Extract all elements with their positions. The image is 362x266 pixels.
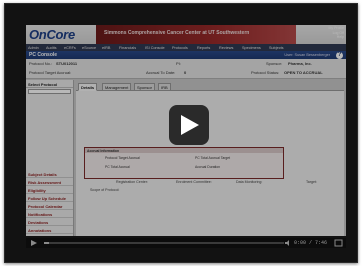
play-icon <box>181 115 199 135</box>
sidebar-item-subject-details[interactable]: Subject Details <box>26 170 73 178</box>
user-box: My Profile Log Off Help <box>298 26 344 43</box>
sidebar: Select Protocol Subject Details Risk Ass… <box>26 80 74 236</box>
summary-cell: Accrual Duration <box>195 165 221 169</box>
progress-fill <box>44 242 49 244</box>
sidebar-item-protocol-calendar[interactable]: Protocol Calendar <box>26 202 73 210</box>
app-header: OnCore Simmons Comprehensive Cancer Cent… <box>26 25 346 44</box>
nav-item-eirb[interactable]: eIRB <box>102 46 110 50</box>
tab-management[interactable]: Management <box>102 83 132 91</box>
detail-label: Target: <box>306 180 317 184</box>
target-accrual-label: Protocol Target Accrual: <box>29 70 72 75</box>
tab-details[interactable]: Details <box>78 83 98 91</box>
nav-item-protocols[interactable]: Protocols <box>172 46 188 50</box>
detail-label: Enrolment Committee: <box>176 180 212 184</box>
summary-cell: PC Total Accrual Target <box>195 156 231 160</box>
play-button[interactable] <box>169 105 209 145</box>
video-player-frame: OnCore Simmons Comprehensive Cancer Cent… <box>4 3 358 263</box>
sidebar-item-eligibility[interactable]: Eligibility <box>26 186 73 194</box>
nav-item-subjects[interactable]: Subjects <box>269 46 284 50</box>
accrual-to-date-label: Accrual To Date: <box>146 70 176 75</box>
nav-item-ecrfs[interactable]: eCRFs <box>64 46 76 50</box>
console-user: User: Susan Bessenberger <box>284 53 330 57</box>
detail-label: Data Monitoring: <box>236 180 263 184</box>
nav-item-admin[interactable]: Admin <box>28 46 39 50</box>
nav-item-reviews[interactable]: Reviews <box>219 46 233 50</box>
pi-label: PI: <box>176 61 181 66</box>
fullscreen-icon[interactable] <box>334 239 343 247</box>
protocol-select[interactable] <box>28 89 71 94</box>
summary-cell: Protocol Target Accrual <box>105 156 140 160</box>
accrual-summary-title: Accrual Information <box>87 148 120 153</box>
sidebar-item-risk-assessment[interactable]: Risk Assessment <box>26 178 73 186</box>
sidebar-item-notifications[interactable]: Notifications <box>26 210 73 218</box>
volume-icon[interactable] <box>284 239 292 247</box>
protocol-no-value: STU012011 <box>56 61 78 66</box>
help-icon[interactable]: ? <box>336 51 343 59</box>
nav-item-audits[interactable]: Audits <box>46 46 57 50</box>
help-link[interactable]: Help <box>298 35 344 40</box>
detail-label: Scope of Protocol: <box>90 188 120 192</box>
sidebar-item-annotations[interactable]: Annotations <box>26 226 73 234</box>
banner-text: Simmons Comprehensive Cancer Center at U… <box>104 30 250 36</box>
time-display: 0:00 / 7:46 <box>294 240 328 246</box>
tab-sponsor[interactable]: Sponsor <box>134 83 155 91</box>
oncore-logo: OnCore <box>29 27 75 42</box>
accrual-to-date-value: 0 <box>184 70 187 75</box>
sidebar-item-follow-up-schedule[interactable]: Follow Up Schedule <box>26 194 73 202</box>
nav-item-esource[interactable]: eSource <box>82 46 96 50</box>
summary-cell: PC Total Accrual <box>105 165 130 169</box>
accrual-summary: Accrual Information Protocol Target Accr… <box>84 147 284 179</box>
sponsor-label: Sponsor: <box>266 61 283 66</box>
nav-item-isi-console[interactable]: ISI Console <box>145 46 165 50</box>
protocol-info: Protocol No.: STU012011 PI: Sponsor: Pha… <box>26 59 346 79</box>
protocol-no-label: Protocol No.: <box>29 61 53 66</box>
console-title: PC Console <box>29 52 58 58</box>
small-play-icon[interactable] <box>30 239 38 247</box>
sidebar-heading: Select Protocol <box>26 80 73 88</box>
protocol-status-label: Protocol Status: <box>251 70 280 75</box>
protocol-status-value: OPEN TO ACCRUAL <box>284 70 323 75</box>
player-controls: 0:00 / 7:46 <box>26 238 346 248</box>
sponsor-value: Pharma, Inc. <box>288 61 312 66</box>
nav-item-reports[interactable]: Reports <box>197 46 210 50</box>
detail-label: Registration Center: <box>116 180 148 184</box>
main-nav: Admin Audits eCRFs eSource eIRB Financia… <box>26 44 346 51</box>
nav-item-financials[interactable]: Financials <box>119 46 136 50</box>
sidebar-item-deviations[interactable]: Deviations <box>26 218 73 226</box>
tab-strip: Details Management Sponsor IRB <box>76 83 344 91</box>
nav-item-specimens[interactable]: Specimens <box>242 46 261 50</box>
progress-bar[interactable] <box>44 242 284 244</box>
console-bar: PC Console User: Susan Bessenberger ? <box>26 51 346 59</box>
tab-irb[interactable]: IRB <box>158 83 171 91</box>
